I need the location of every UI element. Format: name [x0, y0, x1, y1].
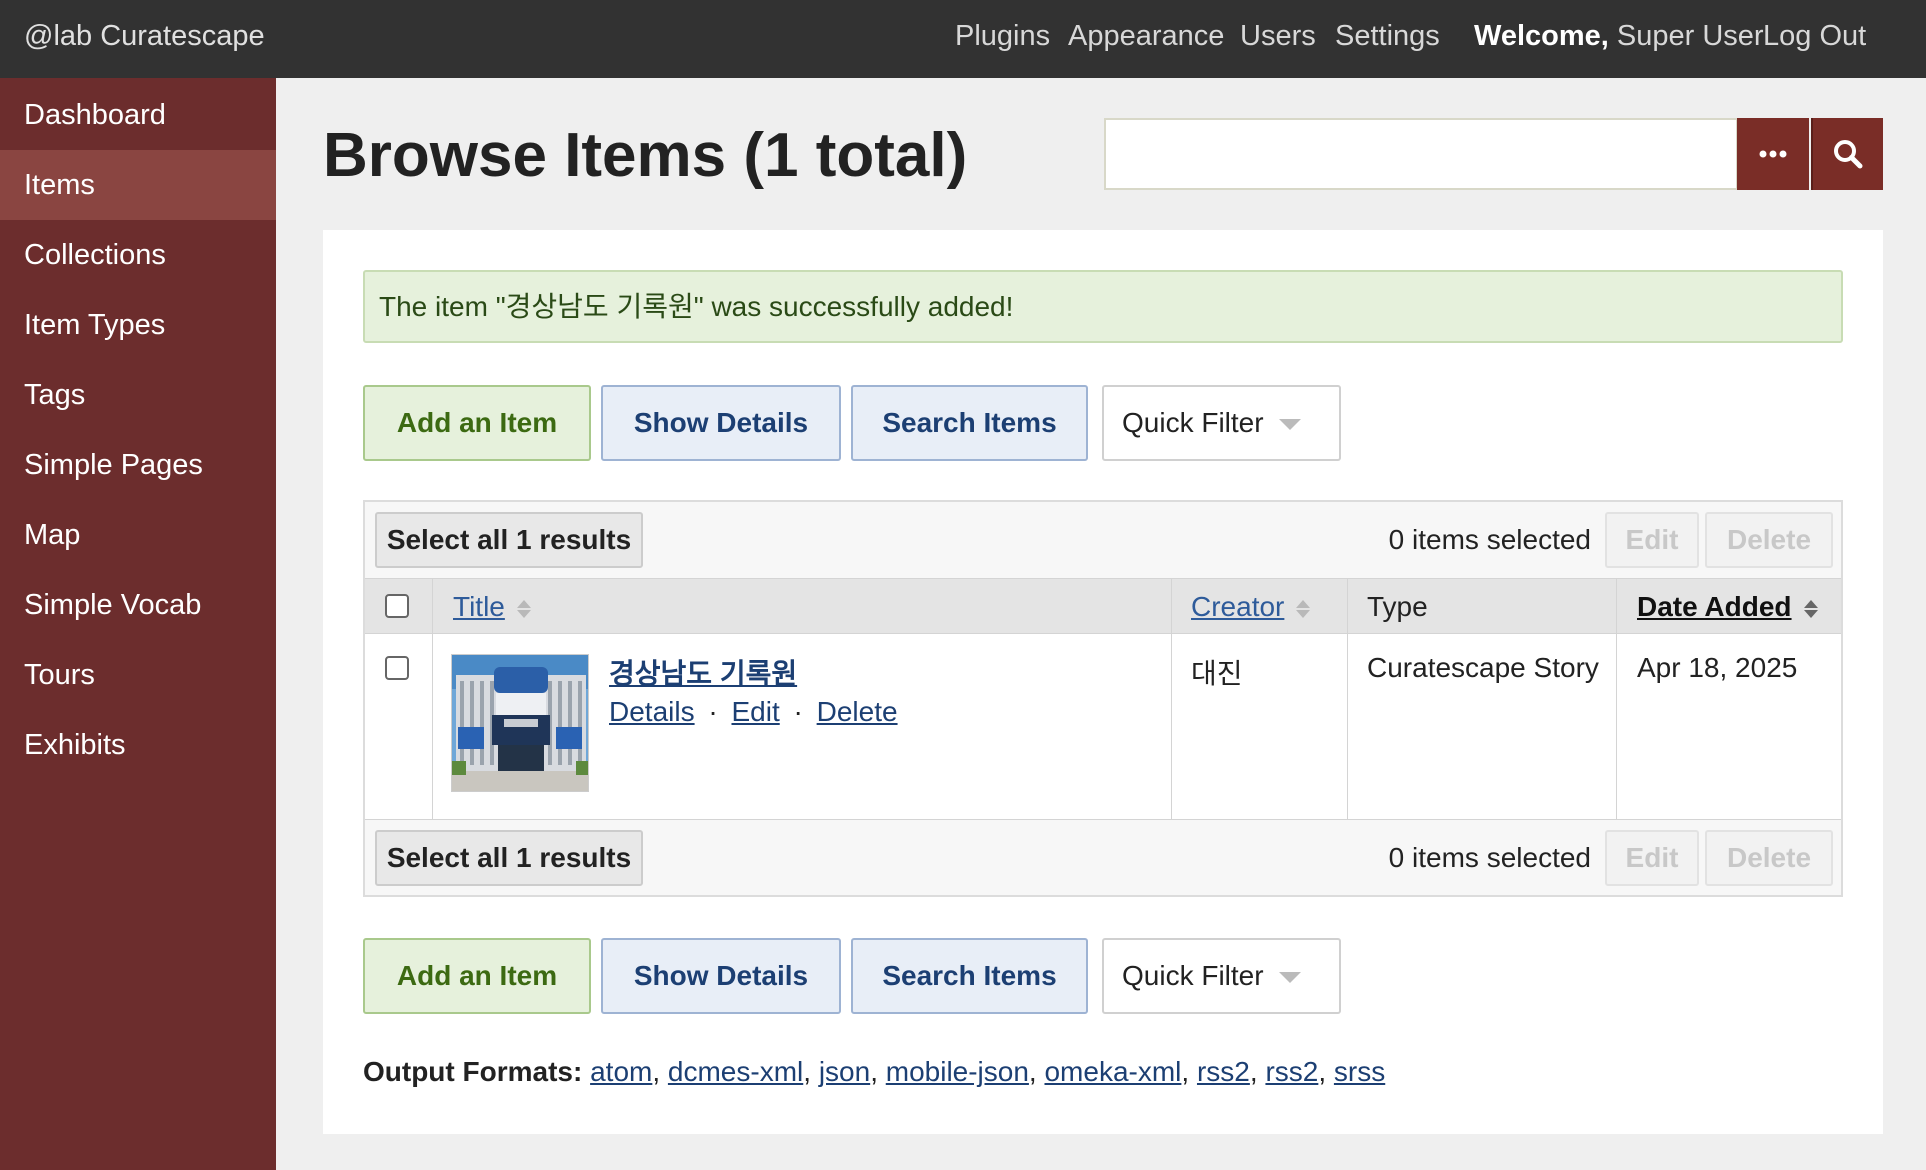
column-date-added[interactable]: Date Added — [1637, 579, 1818, 635]
sidebar-item-tags[interactable]: Tags — [0, 360, 276, 430]
item-thumbnail[interactable] — [451, 654, 589, 792]
selected-count: 0 items selected — [1388, 842, 1591, 873]
sidebar-item-dashboard[interactable]: Dashboard — [0, 80, 276, 150]
building-thumbnail-image — [452, 655, 588, 791]
item-creator: 대진 — [1191, 658, 1243, 689]
sort-date-added-link[interactable]: Date Added — [1637, 591, 1792, 622]
sidebar-item-tours[interactable]: Tours — [0, 640, 276, 710]
add-item-button[interactable]: Add an Item — [363, 938, 591, 1014]
top-bar: @lab Curatescape Plugins Appearance User… — [0, 0, 1926, 78]
output-formats: Output Formats: atom, dcmes-xml, json, m… — [363, 1056, 1386, 1087]
quick-filter-label: Quick Filter — [1122, 960, 1264, 991]
column-creator[interactable]: Creator — [1191, 579, 1311, 635]
chevron-down-icon — [1279, 972, 1301, 983]
sidebar-item-simple-vocab[interactable]: Simple Vocab — [0, 570, 276, 640]
search-items-button[interactable]: Search Items — [851, 938, 1088, 1014]
sidebar-item-simple-pages[interactable]: Simple Pages — [0, 430, 276, 500]
sidebar-item-exhibits[interactable]: Exhibits — [0, 710, 276, 780]
format-link-atom[interactable]: atom — [590, 1056, 652, 1087]
format-link-rss2[interactable]: rss2 — [1265, 1056, 1318, 1087]
quick-filter-label: Quick Filter — [1122, 407, 1264, 438]
batch-delete-button[interactable]: Delete — [1705, 830, 1833, 886]
separator: · — [793, 696, 803, 727]
item-edit-link[interactable]: Edit — [731, 696, 779, 727]
sort-title-link[interactable]: Title — [453, 591, 505, 622]
batch-edit-button[interactable]: Edit — [1605, 512, 1699, 568]
item-actions: Details · Edit · Delete — [609, 696, 898, 728]
item-details-link[interactable]: Details — [609, 696, 695, 727]
nav-users[interactable]: Users — [1240, 0, 1316, 72]
separator: · — [708, 696, 718, 727]
select-all-checkbox[interactable] — [385, 594, 409, 618]
items-table: Select all 1 results 0 items selected Ed… — [363, 500, 1843, 897]
main-panel: The item "경상남도 기록원" was successfully add… — [323, 230, 1883, 1134]
sort-icon — [1296, 599, 1311, 619]
nav-appearance[interactable]: Appearance — [1068, 0, 1224, 72]
search-icon — [1834, 140, 1863, 169]
show-details-button[interactable]: Show Details — [601, 938, 841, 1014]
column-title[interactable]: Title — [453, 579, 531, 635]
format-link-rss2[interactable]: rss2 — [1197, 1056, 1250, 1087]
sidebar: Dashboard Items Collections Item Types T… — [0, 78, 276, 1170]
success-flash-message: The item "경상남도 기록원" was successfully add… — [363, 270, 1843, 343]
format-link-json[interactable]: json — [819, 1056, 870, 1087]
nav-settings[interactable]: Settings — [1335, 0, 1440, 72]
sidebar-item-collections[interactable]: Collections — [0, 220, 276, 290]
item-title-link[interactable]: 경상남도 기록원 — [609, 652, 797, 692]
quick-filter-dropdown[interactable]: Quick Filter — [1102, 385, 1341, 461]
search-button[interactable] — [1811, 118, 1883, 190]
item-type: Curatescape Story — [1367, 652, 1599, 683]
sidebar-item-item-types[interactable]: Item Types — [0, 290, 276, 360]
welcome-message: Welcome, Super User — [1474, 0, 1764, 72]
format-link-mobile-json[interactable]: mobile-json — [886, 1056, 1029, 1087]
item-delete-link[interactable]: Delete — [817, 696, 898, 727]
logout-link[interactable]: Log Out — [1763, 0, 1866, 72]
quick-filter-dropdown[interactable]: Quick Filter — [1102, 938, 1341, 1014]
more-icon — [1759, 150, 1787, 158]
sort-creator-link[interactable]: Creator — [1191, 591, 1284, 622]
advanced-search-button[interactable] — [1737, 118, 1809, 190]
welcome-label: Welcome, — [1474, 20, 1609, 52]
show-details-button[interactable]: Show Details — [601, 385, 841, 461]
format-link-omeka-xml[interactable]: omeka-xml — [1044, 1056, 1181, 1087]
output-formats-label: Output Formats: — [363, 1056, 583, 1087]
sidebar-item-items[interactable]: Items — [0, 150, 276, 220]
batch-delete-button[interactable]: Delete — [1705, 512, 1833, 568]
page-title: Browse Items (1 total) — [323, 121, 968, 190]
format-link-srss[interactable]: srss — [1334, 1056, 1385, 1087]
search-input[interactable] — [1104, 118, 1738, 190]
batch-actions-top: Select all 1 results 0 items selected Ed… — [365, 502, 1841, 578]
add-item-button[interactable]: Add an Item — [363, 385, 591, 461]
selected-count: 0 items selected — [1388, 524, 1591, 555]
batch-edit-button[interactable]: Edit — [1605, 830, 1699, 886]
sidebar-item-map[interactable]: Map — [0, 500, 276, 570]
format-link-dcmes-xml[interactable]: dcmes-xml — [668, 1056, 803, 1087]
search-items-button[interactable]: Search Items — [851, 385, 1088, 461]
item-date-added: Apr 18, 2025 — [1637, 652, 1798, 683]
column-type: Type — [1367, 591, 1428, 622]
site-name-link[interactable]: @lab Curatescape — [24, 0, 265, 72]
select-all-button[interactable]: Select all 1 results — [375, 512, 643, 568]
sort-icon — [1803, 599, 1818, 619]
table-header: Title Creator Type Date Added — [365, 578, 1841, 634]
sort-icon — [516, 599, 531, 619]
user-name-link[interactable]: Super User — [1617, 20, 1764, 52]
chevron-down-icon — [1279, 419, 1301, 430]
table-row: 경상남도 기록원 Details · Edit · Delete 대진 Cura… — [365, 634, 1841, 819]
select-all-button[interactable]: Select all 1 results — [375, 830, 643, 886]
nav-plugins[interactable]: Plugins — [955, 0, 1050, 72]
batch-actions-bottom: Select all 1 results 0 items selected Ed… — [365, 819, 1841, 895]
row-checkbox[interactable] — [385, 656, 409, 680]
